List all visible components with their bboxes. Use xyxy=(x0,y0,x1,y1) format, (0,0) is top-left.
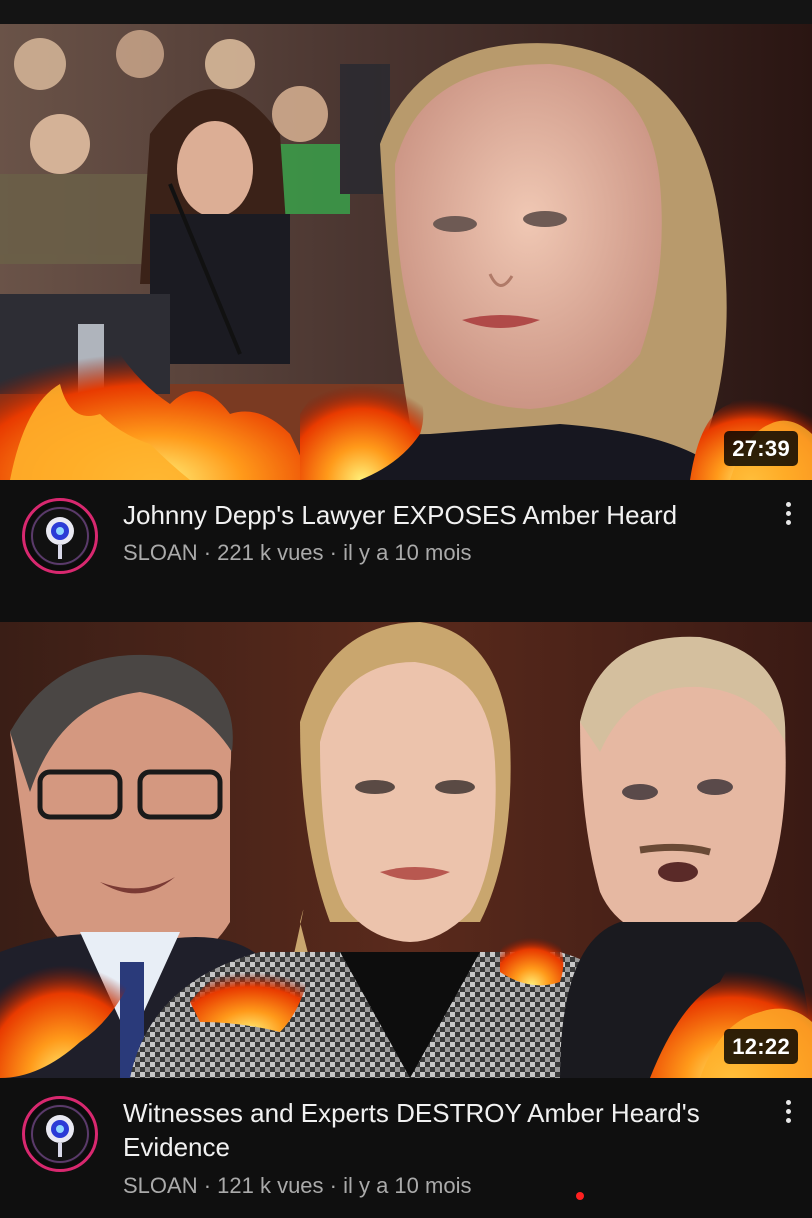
thumbnail-image xyxy=(0,24,812,480)
video-thumbnail[interactable]: 12:22 xyxy=(0,622,812,1078)
channel-avatar-icon[interactable] xyxy=(22,1096,98,1172)
video-subtitle: SLOAN · 221 k vues · il y a 10 mois xyxy=(123,540,472,565)
video-title[interactable]: Johnny Depp's Lawyer EXPOSES Amber Heard xyxy=(123,498,738,532)
status-bar xyxy=(0,0,812,24)
channel-avatar-icon[interactable] xyxy=(22,498,98,574)
thumbnail-image xyxy=(0,622,812,1078)
video-thumbnail[interactable]: 27:39 xyxy=(0,24,812,480)
notification-dot xyxy=(576,1192,584,1200)
video-meta: Witnesses and Experts DESTROY Amber Hear… xyxy=(0,1078,812,1218)
more-vert-icon[interactable] xyxy=(782,1100,794,1130)
video-duration: 27:39 xyxy=(724,431,798,466)
video-meta: Johnny Depp's Lawyer EXPOSES Amber Heard… xyxy=(0,480,812,620)
video-title[interactable]: Witnesses and Experts DESTROY Amber Hear… xyxy=(123,1096,738,1164)
video-duration: 12:22 xyxy=(724,1029,798,1064)
video-subtitle: SLOAN · 121 k vues · il y a 10 mois xyxy=(123,1173,472,1198)
video-card[interactable]: 27:39 Johnny Depp's Lawyer EXPOSES Amber… xyxy=(0,24,812,620)
video-card[interactable]: 12:22 Witnesses and Experts DESTROY Ambe… xyxy=(0,622,812,1218)
more-vert-icon[interactable] xyxy=(782,502,794,532)
